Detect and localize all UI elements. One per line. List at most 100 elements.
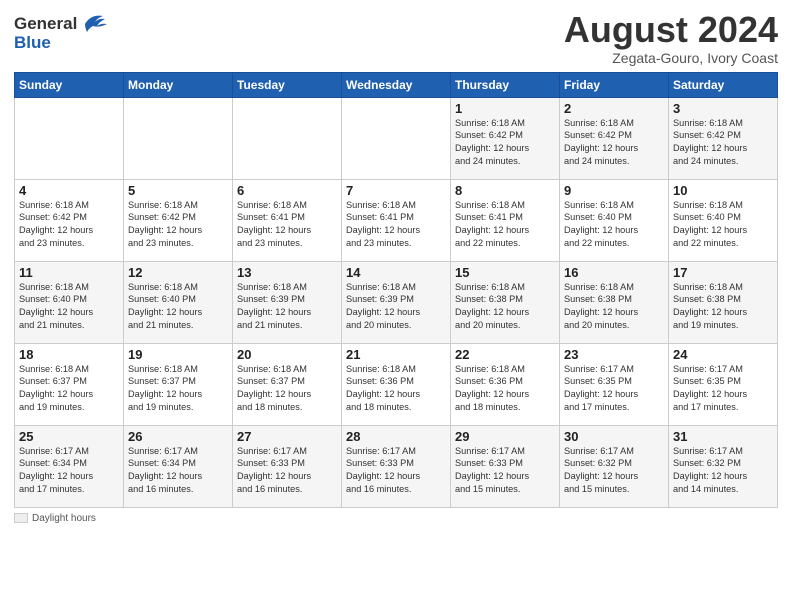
cell-info: Sunrise: 6:17 AM Sunset: 6:33 PM Dayligh… — [455, 445, 555, 497]
day-number: 31 — [673, 429, 773, 444]
cell-info: Sunrise: 6:17 AM Sunset: 6:35 PM Dayligh… — [673, 363, 773, 415]
day-number: 11 — [19, 265, 119, 280]
cell-info: Sunrise: 6:18 AM Sunset: 6:41 PM Dayligh… — [237, 199, 337, 251]
calendar-cell — [342, 97, 451, 179]
cell-info: Sunrise: 6:18 AM Sunset: 6:37 PM Dayligh… — [19, 363, 119, 415]
day-number: 21 — [346, 347, 446, 362]
cell-info: Sunrise: 6:18 AM Sunset: 6:42 PM Dayligh… — [564, 117, 664, 169]
cell-info: Sunrise: 6:18 AM Sunset: 6:37 PM Dayligh… — [237, 363, 337, 415]
day-number: 13 — [237, 265, 337, 280]
day-number: 7 — [346, 183, 446, 198]
day-number: 6 — [237, 183, 337, 198]
weekday-header: Thursday — [451, 72, 560, 97]
cell-info: Sunrise: 6:18 AM Sunset: 6:40 PM Dayligh… — [564, 199, 664, 251]
logo: General Blue — [14, 10, 107, 53]
legend-label: Daylight hours — [32, 513, 96, 524]
cell-info: Sunrise: 6:18 AM Sunset: 6:41 PM Dayligh… — [346, 199, 446, 251]
calendar-week-row: 4Sunrise: 6:18 AM Sunset: 6:42 PM Daylig… — [15, 179, 778, 261]
cell-info: Sunrise: 6:17 AM Sunset: 6:34 PM Dayligh… — [128, 445, 228, 497]
day-number: 25 — [19, 429, 119, 444]
calendar-cell: 14Sunrise: 6:18 AM Sunset: 6:39 PM Dayli… — [342, 261, 451, 343]
cell-info: Sunrise: 6:18 AM Sunset: 6:37 PM Dayligh… — [128, 363, 228, 415]
day-number: 2 — [564, 101, 664, 116]
cell-info: Sunrise: 6:18 AM Sunset: 6:40 PM Dayligh… — [19, 281, 119, 333]
day-number: 8 — [455, 183, 555, 198]
calendar-cell: 5Sunrise: 6:18 AM Sunset: 6:42 PM Daylig… — [124, 179, 233, 261]
calendar-cell — [15, 97, 124, 179]
calendar-cell: 13Sunrise: 6:18 AM Sunset: 6:39 PM Dayli… — [233, 261, 342, 343]
cell-info: Sunrise: 6:17 AM Sunset: 6:32 PM Dayligh… — [673, 445, 773, 497]
header-area: General Blue August 2024 Zegata-Gouro, I… — [14, 10, 778, 66]
cell-info: Sunrise: 6:18 AM Sunset: 6:42 PM Dayligh… — [128, 199, 228, 251]
calendar-cell: 1Sunrise: 6:18 AM Sunset: 6:42 PM Daylig… — [451, 97, 560, 179]
weekday-header: Monday — [124, 72, 233, 97]
calendar-cell: 11Sunrise: 6:18 AM Sunset: 6:40 PM Dayli… — [15, 261, 124, 343]
day-number: 15 — [455, 265, 555, 280]
calendar-cell: 21Sunrise: 6:18 AM Sunset: 6:36 PM Dayli… — [342, 343, 451, 425]
title-area: August 2024 Zegata-Gouro, Ivory Coast — [564, 10, 778, 66]
cell-info: Sunrise: 6:18 AM Sunset: 6:40 PM Dayligh… — [673, 199, 773, 251]
legend-area: Daylight hours — [14, 513, 778, 524]
weekday-header: Wednesday — [342, 72, 451, 97]
day-number: 4 — [19, 183, 119, 198]
calendar-cell: 26Sunrise: 6:17 AM Sunset: 6:34 PM Dayli… — [124, 425, 233, 507]
calendar-week-row: 11Sunrise: 6:18 AM Sunset: 6:40 PM Dayli… — [15, 261, 778, 343]
cell-info: Sunrise: 6:18 AM Sunset: 6:38 PM Dayligh… — [564, 281, 664, 333]
legend-box — [14, 513, 28, 523]
cell-info: Sunrise: 6:18 AM Sunset: 6:39 PM Dayligh… — [346, 281, 446, 333]
day-number: 1 — [455, 101, 555, 116]
cell-info: Sunrise: 6:18 AM Sunset: 6:42 PM Dayligh… — [19, 199, 119, 251]
day-number: 10 — [673, 183, 773, 198]
calendar-cell: 30Sunrise: 6:17 AM Sunset: 6:32 PM Dayli… — [560, 425, 669, 507]
calendar-cell: 9Sunrise: 6:18 AM Sunset: 6:40 PM Daylig… — [560, 179, 669, 261]
logo-bird-icon — [79, 10, 107, 37]
weekday-header: Friday — [560, 72, 669, 97]
logo-general-text: General — [14, 14, 77, 34]
calendar-cell: 19Sunrise: 6:18 AM Sunset: 6:37 PM Dayli… — [124, 343, 233, 425]
weekday-header: Saturday — [669, 72, 778, 97]
subtitle: Zegata-Gouro, Ivory Coast — [564, 50, 778, 66]
calendar-cell: 7Sunrise: 6:18 AM Sunset: 6:41 PM Daylig… — [342, 179, 451, 261]
day-number: 22 — [455, 347, 555, 362]
calendar-week-row: 1 Sunrise: 6:18 AM Sunset: 6:42 PM Daylig… — [15, 97, 778, 179]
cell-info: Sunrise: 6:18 AM Sunset: 6:40 PM Dayligh… — [128, 281, 228, 333]
calendar-cell: 16Sunrise: 6:18 AM Sunset: 6:38 PM Dayli… — [560, 261, 669, 343]
day-number: 28 — [346, 429, 446, 444]
calendar-cell — [233, 97, 342, 179]
cell-info: Sunrise: 6:18 AM Sunset: 6:42 PM Dayligh… — [673, 117, 773, 169]
calendar-table: SundayMondayTuesdayWednesdayThursdayFrid… — [14, 72, 778, 508]
calendar-cell: 29Sunrise: 6:17 AM Sunset: 6:33 PM Dayli… — [451, 425, 560, 507]
calendar-week-row: 18Sunrise: 6:18 AM Sunset: 6:37 PM Dayli… — [15, 343, 778, 425]
day-number: 9 — [564, 183, 664, 198]
page-container: General Blue August 2024 Zegata-Gouro, I… — [0, 0, 792, 534]
calendar-cell: 2Sunrise: 6:18 AM Sunset: 6:42 PM Daylig… — [560, 97, 669, 179]
day-number: 12 — [128, 265, 228, 280]
calendar-cell: 8Sunrise: 6:18 AM Sunset: 6:41 PM Daylig… — [451, 179, 560, 261]
cell-info: Sunrise: 6:18 AM Sunset: 6:36 PM Dayligh… — [455, 363, 555, 415]
calendar-cell: 18Sunrise: 6:18 AM Sunset: 6:37 PM Dayli… — [15, 343, 124, 425]
day-number: 27 — [237, 429, 337, 444]
cell-info: Sunrise: 6:18 AM Sunset: 6:38 PM Dayligh… — [673, 281, 773, 333]
cell-info: Sunrise: 6:18 AM Sunset: 6:36 PM Dayligh… — [346, 363, 446, 415]
calendar-cell: 20Sunrise: 6:18 AM Sunset: 6:37 PM Dayli… — [233, 343, 342, 425]
day-number: 5 — [128, 183, 228, 198]
calendar-week-row: 25Sunrise: 6:17 AM Sunset: 6:34 PM Dayli… — [15, 425, 778, 507]
day-number: 20 — [237, 347, 337, 362]
calendar-cell: 4Sunrise: 6:18 AM Sunset: 6:42 PM Daylig… — [15, 179, 124, 261]
cell-info: Sunrise: 6:18 AM Sunset: 6:41 PM Dayligh… — [455, 199, 555, 251]
logo-blue-text: Blue — [14, 33, 51, 53]
calendar-cell: 23Sunrise: 6:17 AM Sunset: 6:35 PM Dayli… — [560, 343, 669, 425]
calendar-cell: 15Sunrise: 6:18 AM Sunset: 6:38 PM Dayli… — [451, 261, 560, 343]
calendar-cell: 28Sunrise: 6:17 AM Sunset: 6:33 PM Dayli… — [342, 425, 451, 507]
day-number: 23 — [564, 347, 664, 362]
day-number: 16 — [564, 265, 664, 280]
cell-info: Sunrise: 6:17 AM Sunset: 6:35 PM Dayligh… — [564, 363, 664, 415]
cell-info: Sunrise: 6:18 AM Sunset: 6:38 PM Dayligh… — [455, 281, 555, 333]
calendar-cell: 17Sunrise: 6:18 AM Sunset: 6:38 PM Dayli… — [669, 261, 778, 343]
cell-info: Sunrise: 6:18 AM Sunset: 6:39 PM Dayligh… — [237, 281, 337, 333]
weekday-header: Sunday — [15, 72, 124, 97]
calendar-cell: 27Sunrise: 6:17 AM Sunset: 6:33 PM Dayli… — [233, 425, 342, 507]
calendar-cell: 10Sunrise: 6:18 AM Sunset: 6:40 PM Dayli… — [669, 179, 778, 261]
calendar-cell: 3Sunrise: 6:18 AM Sunset: 6:42 PM Daylig… — [669, 97, 778, 179]
cell-info: Sunrise: 6:17 AM Sunset: 6:34 PM Dayligh… — [19, 445, 119, 497]
